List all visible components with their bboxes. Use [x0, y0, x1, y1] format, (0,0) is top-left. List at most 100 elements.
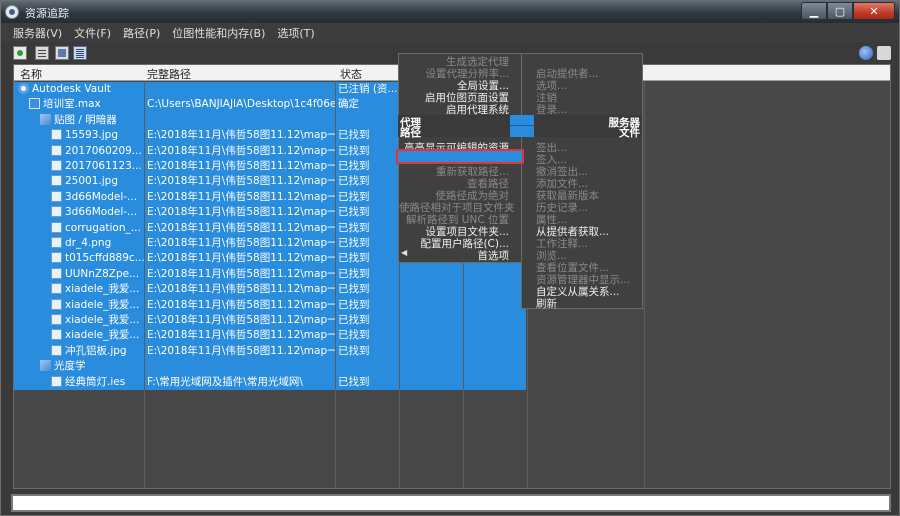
minimize-button[interactable]: ▁	[801, 2, 827, 20]
cell-path: E:\2018年11月\伟哲58图11.12\map一层培...	[145, 282, 335, 298]
cell-path	[145, 112, 335, 129]
path-menu-item[interactable]: 首选项	[399, 248, 521, 263]
menu-server[interactable]: 服务器(V)	[7, 25, 68, 41]
cell-path: C:\Users\BANJIAJIA\Desktop\1c4f06e0be...	[145, 97, 335, 113]
cell-path: E:\2018年11月\伟哲58图11.12\map一层培...	[145, 313, 335, 329]
folder-icon	[40, 360, 51, 372]
settings-icon[interactable]	[877, 46, 891, 60]
column-header-status[interactable]: 状态	[340, 66, 362, 82]
cell-path: E:\2018年11月\伟哲58图11.12\map一层培...	[145, 128, 335, 144]
menu-bar: 服务器(V) 文件(F) 路径(P) 位图性能和内存(B) 选项(T)	[1, 23, 899, 42]
asset-name: 冲孔铝板.jpg	[65, 344, 127, 357]
menu-options[interactable]: 选项(T)	[271, 25, 320, 41]
cell-name: t015cffd889c...	[14, 251, 144, 267]
asset-name: xiadele_我爱...	[65, 283, 140, 296]
image-file-icon	[51, 252, 62, 264]
cell-path: E:\2018年11月\伟哲58图11.12\map一层培...	[145, 159, 335, 175]
cell-path: E:\2018年11月\伟哲58图11.12\map一层培...	[145, 328, 335, 344]
status-bar	[11, 494, 891, 512]
column-divider	[144, 81, 145, 488]
column-divider	[644, 81, 645, 488]
maximize-button[interactable]: ▢	[827, 2, 853, 20]
image-file-icon	[51, 129, 62, 141]
window-title: 资源追踪	[25, 7, 69, 20]
asset-name: Autodesk Vault	[32, 83, 111, 95]
image-file-icon	[51, 237, 62, 248]
menu-path[interactable]: 路径(P)	[117, 25, 166, 41]
menu-file[interactable]: 文件(F)	[68, 25, 117, 41]
cell-status: 已找到	[336, 282, 526, 298]
quad-center-left	[510, 115, 522, 137]
cell-name: dr_4.png	[14, 236, 144, 252]
cell-name: 冲孔铝板.jpg	[14, 343, 144, 360]
refresh-icon[interactable]	[13, 46, 27, 60]
asset-name: 贴图 / 明暗器	[54, 113, 117, 126]
image-file-icon	[51, 190, 62, 202]
asset-name: 25001.jpg	[65, 175, 118, 188]
asset-name: 培训室.max	[43, 98, 101, 111]
file-menu-item[interactable]: 刷新	[522, 296, 642, 311]
image-file-icon	[51, 206, 62, 218]
thumbnail-view-icon[interactable]	[55, 46, 69, 60]
image-file-icon	[51, 298, 62, 310]
asset-name: 3d66Model-...	[65, 206, 138, 219]
image-file-icon	[51, 160, 62, 171]
vault-icon	[18, 83, 29, 94]
cell-status: 已找到	[336, 313, 526, 329]
cell-status: 已找到	[336, 343, 526, 360]
image-file-icon	[51, 329, 62, 341]
cell-path	[145, 359, 335, 375]
cell-path: E:\2018年11月\伟哲58图11.12\map一层培...	[145, 174, 335, 190]
app-icon	[5, 5, 19, 19]
asset-name: xiadele_我爱...	[65, 314, 140, 326]
cell-path: E:\2018年11月\伟哲58图11.12\map一层培...	[145, 251, 335, 267]
title-bar[interactable]: 资源追踪 ▁ ▢ ✕	[1, 1, 899, 23]
submenu-arrow-icon: ◀	[401, 248, 408, 257]
cell-status: 已找到	[336, 266, 526, 283]
cell-name: UUNnZ8Zpe...	[14, 266, 144, 283]
image-file-icon	[51, 144, 62, 156]
cell-status: 已找到	[336, 374, 526, 390]
cell-name: xiadele_我爱...	[14, 282, 144, 298]
asset-name: 3d66Model-...	[65, 190, 138, 203]
image-file-icon	[51, 344, 62, 356]
asset-name: dr_4.png	[65, 237, 112, 249]
cell-path: E:\2018年11月\伟哲58图11.12\map一层培...	[145, 143, 335, 159]
max-file-icon	[29, 98, 40, 110]
window-controls: ▁ ▢ ✕	[801, 2, 895, 20]
cell-path: E:\2018年11月\伟哲58图11.12\map一层培...	[145, 297, 335, 313]
ies-file-icon	[51, 375, 62, 387]
cell-name: 2017060209...	[14, 143, 144, 159]
image-file-icon	[51, 221, 62, 233]
cell-name: Autodesk Vault	[14, 82, 144, 98]
menu-bitmap-performance[interactable]: 位图性能和内存(B)	[166, 25, 271, 41]
close-button[interactable]: ✕	[853, 2, 895, 20]
list-view-icon[interactable]	[35, 46, 49, 60]
quad-center-right	[522, 115, 534, 137]
quad-divider	[510, 125, 534, 126]
cell-name: 培训室.max	[14, 97, 144, 113]
cell-name: 15593.jpg	[14, 128, 144, 144]
highlighted-menu-item[interactable]	[396, 149, 524, 164]
quad-label-file: 文件	[619, 127, 640, 139]
cell-name: xiadele_我爱...	[14, 313, 144, 329]
asset-name: 2017060209...	[65, 144, 142, 157]
cell-status: 已找到	[336, 297, 526, 313]
cell-status	[336, 359, 526, 375]
cell-name: xiadele_我爱...	[14, 297, 144, 313]
asset-name: corrugation_...	[65, 221, 141, 234]
column-header-path[interactable]: 完整路径	[147, 66, 191, 82]
cell-name: xiadele_我爱...	[14, 328, 144, 344]
cell-name: 经典筒灯.ies	[14, 374, 144, 390]
detail-view-icon[interactable]	[73, 46, 87, 60]
cell-name: 3d66Model-...	[14, 205, 144, 221]
asset-name: UUNnZ8Zpe...	[65, 267, 140, 280]
cell-path: E:\2018年11月\伟哲58图11.12\map一层培...	[145, 236, 335, 252]
asset-name: xiadele_我爱...	[65, 329, 140, 342]
asset-name: 光度学	[54, 360, 86, 373]
cell-path: E:\2018年11月\伟哲58图11.12\map一层培...	[145, 189, 335, 206]
image-file-icon	[51, 283, 62, 295]
help-icon[interactable]	[859, 46, 873, 60]
cell-path: E:\2018年11月\伟哲58图11.12\map一层培...	[145, 205, 335, 221]
column-header-name[interactable]: 名称	[20, 66, 42, 82]
